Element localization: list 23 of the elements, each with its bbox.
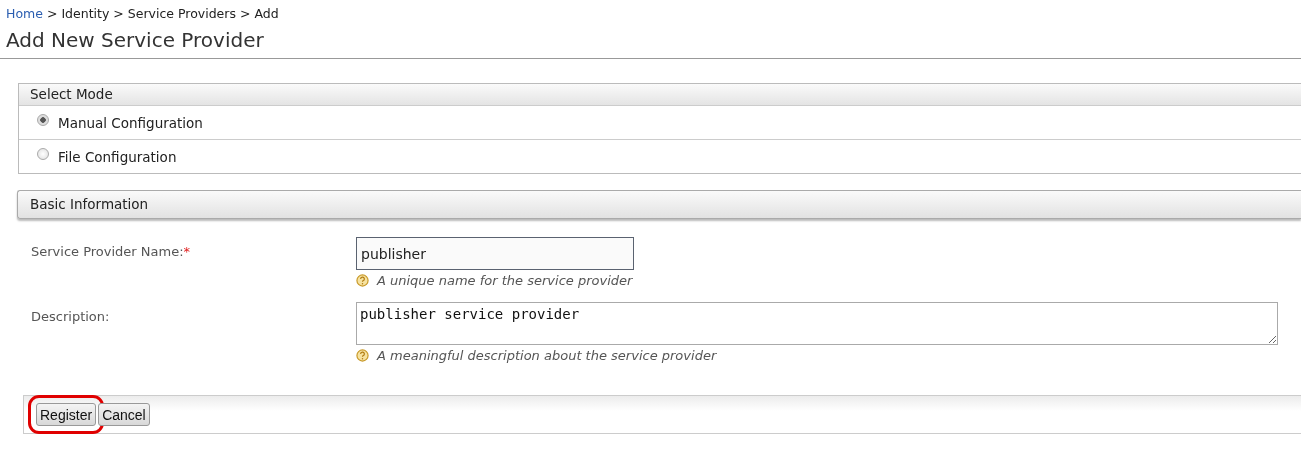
- radio-button[interactable]: [37, 113, 49, 126]
- radio-button[interactable]: [37, 147, 49, 160]
- breadcrumb-link[interactable]: Home: [6, 6, 43, 22]
- breadcrumb-separator: >: [113, 6, 124, 22]
- option-label: File Configuration: [58, 148, 177, 165]
- breadcrumb-item: Identity: [61, 6, 110, 22]
- help-icon: [356, 274, 369, 287]
- option-label: Manual Configuration: [58, 114, 203, 131]
- breadcrumb-separator: >: [239, 6, 251, 22]
- field-label: Description:: [31, 308, 111, 326]
- cancel-button[interactable]: Cancel: [98, 403, 150, 426]
- help-text: A meaningful description about the service provider: [377, 348, 717, 363]
- breadcrumb-separator: >: [46, 6, 58, 22]
- section-heading[interactable]: Basic Information: [17, 190, 1301, 219]
- breadcrumb-item: Service Providers: [127, 6, 236, 22]
- breadcrumb-item: Add: [254, 6, 279, 22]
- description-field[interactable]: publisher service provider: [356, 302, 1278, 345]
- field-label: Service Provider Name:*: [31, 243, 192, 261]
- page-title: Add New Service Provider: [0, 22, 1301, 59]
- help-icon: [356, 349, 369, 362]
- panel-heading: Select Mode: [19, 84, 1301, 106]
- name-field[interactable]: publisher: [356, 237, 634, 270]
- help-text: A unique name for the service provider: [377, 273, 633, 288]
